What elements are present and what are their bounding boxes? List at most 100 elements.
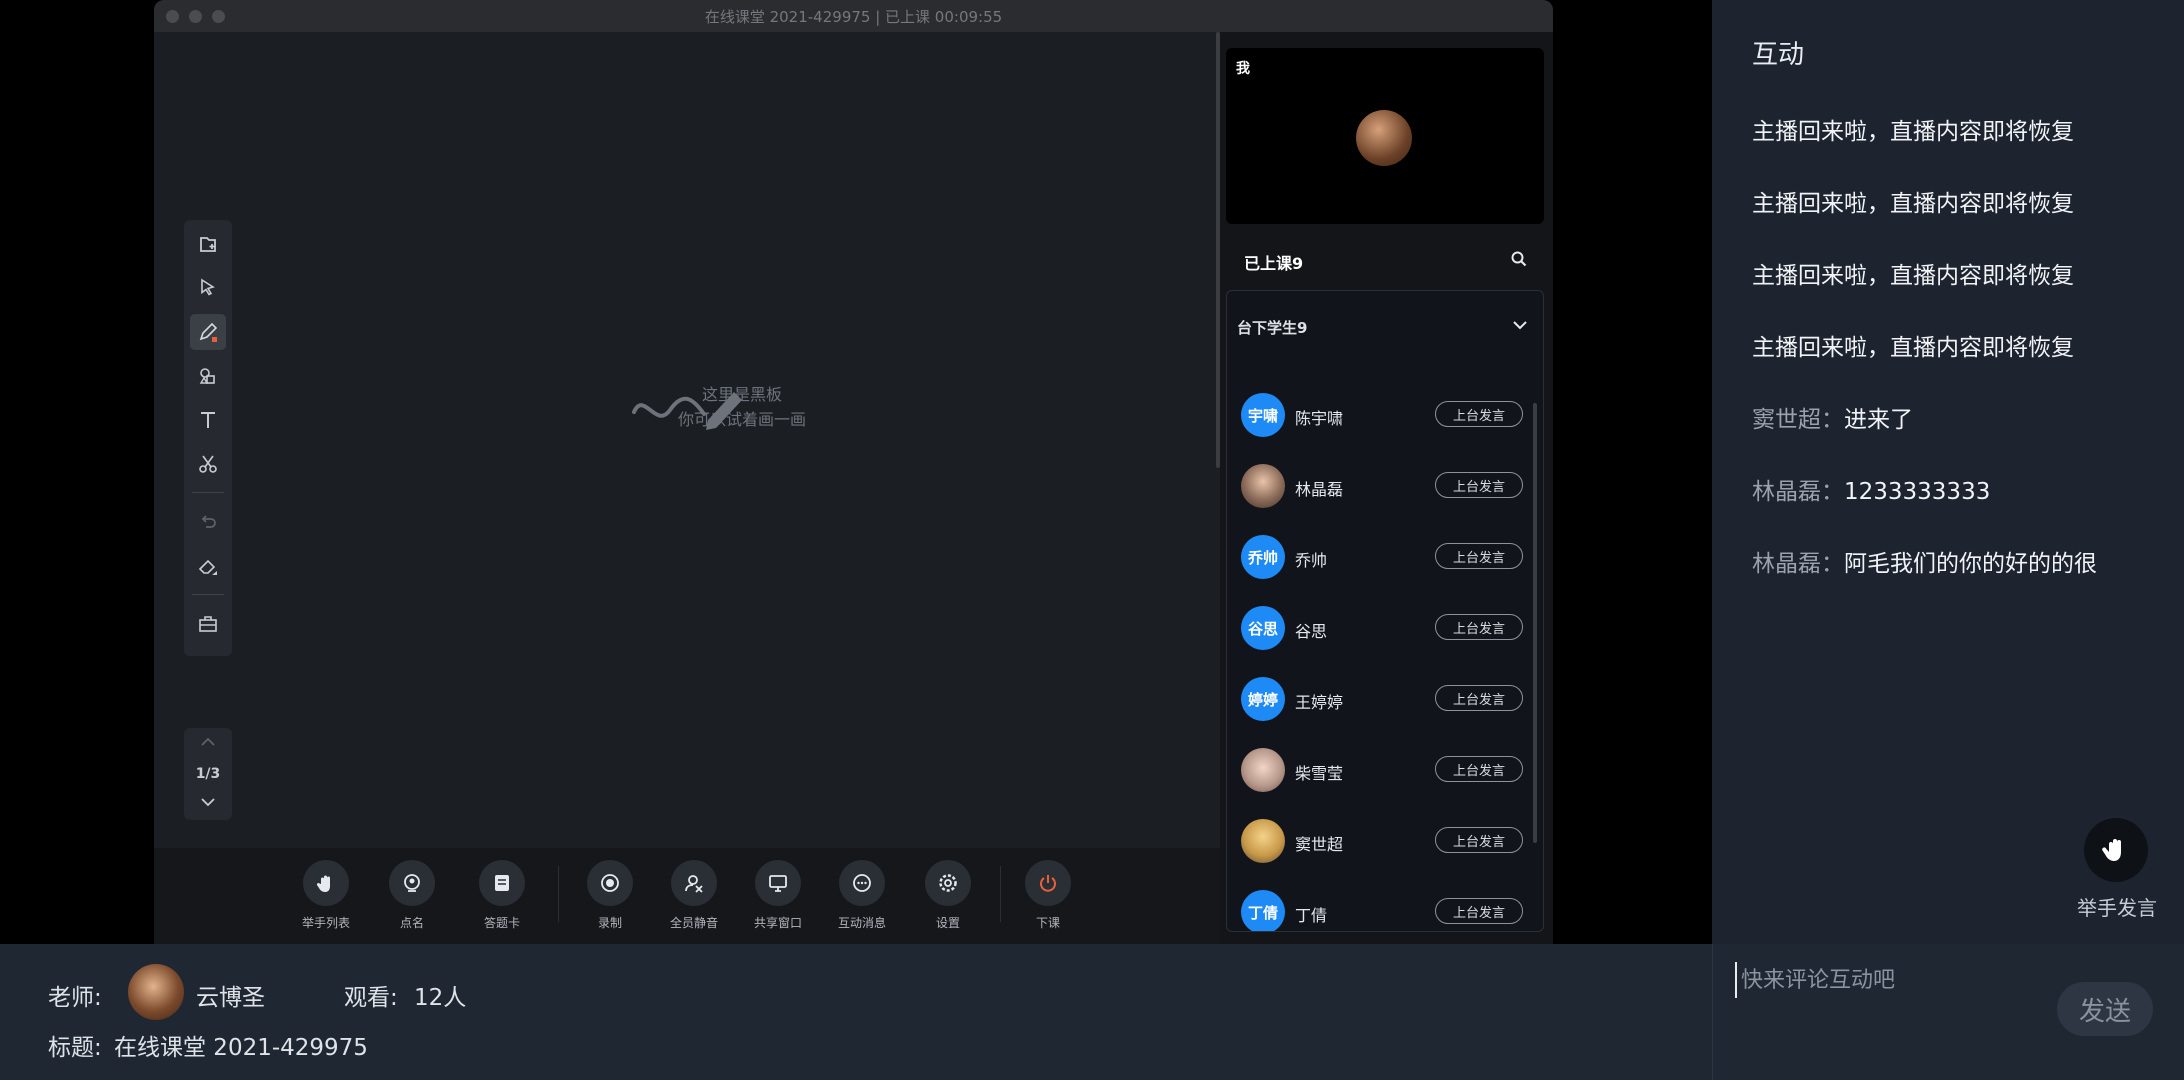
select-arrow-icon[interactable] — [190, 270, 226, 306]
student-avatar: 谷思 — [1241, 606, 1285, 650]
end-class-label: 下课 — [1035, 916, 1060, 930]
chat-text: 主播回来啦，直播内容即将恢复 — [1752, 119, 2074, 145]
chat-sender: 林晶磊： — [1752, 551, 1844, 577]
page-up-icon[interactable] — [200, 736, 216, 748]
audience-students-header[interactable]: 台下学生9 — [1237, 317, 1307, 338]
share-window-button[interactable]: 共享窗口 — [746, 860, 810, 931]
toolbar-divider — [192, 594, 224, 595]
video-stage: 在线课堂 2021-429975 | 已上课 00:09:55 这里是黑板 你可… — [0, 0, 1712, 944]
hand-list-label: 举手列表 — [301, 916, 350, 930]
comment-input[interactable] — [1735, 962, 2043, 998]
student-avatar — [1241, 819, 1285, 863]
invite-to-stage-button[interactable]: 上台发言 — [1435, 472, 1523, 498]
viewers-label: 观看: — [344, 985, 398, 1011]
answer-card-button[interactable]: 答题卡 — [470, 860, 534, 931]
title-label: 标题: — [48, 1035, 102, 1061]
chat-message: 林晶磊：阿毛我们的你的好的的很 — [1752, 544, 2097, 578]
settings-button[interactable]: 设置 — [916, 860, 980, 931]
drawing-toolbar — [184, 220, 232, 656]
power-icon — [1040, 875, 1056, 892]
blackboard[interactable]: 这里是黑板 你可以试着画一画 1/3 — [154, 32, 1220, 848]
toolbar-divider — [192, 492, 224, 493]
add-page-icon[interactable] — [190, 226, 226, 262]
record-icon — [601, 874, 619, 892]
end-class-button[interactable]: 下课 — [1016, 860, 1080, 931]
chat-bubble-icon — [853, 874, 871, 892]
self-camera: 我 — [1226, 48, 1544, 224]
invite-to-stage-button[interactable]: 上台发言 — [1435, 827, 1523, 853]
control-divider — [558, 866, 559, 922]
interaction-title: 互动 — [1752, 40, 1805, 70]
student-row: 婷婷 王婷婷 上台发言 — [1241, 675, 1531, 723]
settings-label: 设置 — [935, 916, 960, 930]
roll-call-button[interactable]: 点名 — [380, 860, 444, 931]
chat-message: 主播回来啦，直播内容即将恢复 — [1752, 328, 2074, 362]
record-label: 录制 — [597, 916, 622, 930]
board-hint: 这里是黑板 你可以试着画一画 — [602, 382, 882, 432]
scissors-icon[interactable] — [190, 446, 226, 482]
live-info-bar: 老师: 云博圣 观看: 12人 标题: 在线课堂 2021-429975 — [0, 944, 1712, 1080]
raise-hand-button[interactable] — [2084, 818, 2148, 882]
share-screen-icon — [769, 875, 787, 892]
student-name: 丁倩 — [1295, 906, 1328, 925]
classroom-window: 在线课堂 2021-429975 | 已上课 00:09:55 这里是黑板 你可… — [154, 0, 1553, 944]
student-avatar: 婷婷 — [1241, 677, 1285, 721]
self-camera-label: 我 — [1236, 61, 1250, 77]
chat-text: 1233333333 — [1844, 479, 1991, 505]
students-scrollbar[interactable] — [1533, 403, 1537, 843]
invite-to-stage-button[interactable]: 上台发言 — [1435, 401, 1523, 427]
chat-text: 进来了 — [1844, 407, 1913, 433]
interaction-messages-label: 互动消息 — [837, 916, 886, 930]
chevron-down-icon[interactable] — [1511, 319, 1529, 331]
window-titlebar: 在线课堂 2021-429975 | 已上课 00:09:55 — [154, 0, 1553, 32]
record-button[interactable]: 录制 — [578, 860, 642, 931]
hand-list-button[interactable]: 举手列表 — [294, 860, 358, 931]
chat-sender: 林晶磊： — [1752, 479, 1844, 505]
page-down-icon[interactable] — [200, 796, 216, 808]
board-hint-line1: 这里是黑板 — [701, 385, 782, 404]
toolbox-icon[interactable] — [190, 606, 226, 642]
page-navigator: 1/3 — [184, 728, 232, 820]
search-icon[interactable] — [1510, 250, 1528, 268]
student-name: 柴雪莹 — [1295, 764, 1344, 783]
hand-icon — [316, 875, 330, 892]
interaction-panel: 互动 主播回来啦，直播内容即将恢复 主播回来啦，直播内容即将恢复 主播回来啦，直… — [1712, 0, 2184, 944]
interaction-messages-button[interactable]: 互动消息 — [830, 860, 894, 931]
student-name: 谷思 — [1295, 622, 1328, 641]
participants-panel: 我 已上课9 台下学生9 宇啸 陈宇啸 上台发言 林晶磊 上台发言 乔帅 乔帅 … — [1220, 32, 1553, 944]
class-control-bar: 举手列表 点名 答题卡 录制 全员静音 共享窗口 互动消息 设置 下课 — [154, 848, 1220, 944]
page-indicator: 1/3 — [195, 766, 221, 782]
student-avatar: 宇啸 — [1241, 393, 1285, 437]
student-row: 乔帅 乔帅 上台发言 — [1241, 533, 1531, 581]
student-avatar — [1241, 748, 1285, 792]
viewers-count: 12人 — [414, 985, 467, 1011]
share-window-label: 共享窗口 — [753, 916, 802, 930]
answer-card-label: 答题卡 — [483, 916, 520, 930]
invite-to-stage-button[interactable]: 上台发言 — [1435, 543, 1523, 569]
board-hint-line2: 你可以试着画一画 — [677, 410, 806, 429]
chat-text: 主播回来啦，直播内容即将恢复 — [1752, 335, 2074, 361]
mute-all-button[interactable]: 全员静音 — [662, 860, 726, 931]
text-icon[interactable] — [190, 402, 226, 438]
eraser-icon[interactable] — [190, 548, 226, 584]
chat-text: 阿毛我们的你的好的的很 — [1844, 551, 2097, 577]
undo-icon[interactable] — [190, 504, 226, 540]
shapes-icon[interactable] — [190, 358, 226, 394]
invite-to-stage-button[interactable]: 上台发言 — [1435, 756, 1523, 782]
invite-to-stage-button[interactable]: 上台发言 — [1435, 685, 1523, 711]
chat-message: 主播回来啦，直播内容即将恢复 — [1752, 112, 2074, 146]
chat-sender: 窦世超： — [1752, 407, 1844, 433]
invite-to-stage-button[interactable]: 上台发言 — [1435, 614, 1523, 640]
invite-to-stage-button[interactable]: 上台发言 — [1435, 898, 1523, 924]
location-pin-icon — [404, 874, 420, 892]
teacher-avatar — [128, 964, 184, 1020]
pen-icon[interactable] — [190, 314, 226, 350]
student-avatar: 乔帅 — [1241, 535, 1285, 579]
chat-text: 主播回来啦，直播内容即将恢复 — [1752, 191, 2074, 217]
student-name: 乔帅 — [1295, 551, 1328, 570]
control-divider — [1000, 866, 1001, 922]
student-avatar: 丁倩 — [1241, 890, 1285, 931]
window-title: 在线课堂 2021-429975 | 已上课 00:09:55 — [704, 8, 1003, 26]
send-button[interactable]: 发送 — [2057, 982, 2153, 1036]
answer-card-icon — [495, 875, 509, 891]
